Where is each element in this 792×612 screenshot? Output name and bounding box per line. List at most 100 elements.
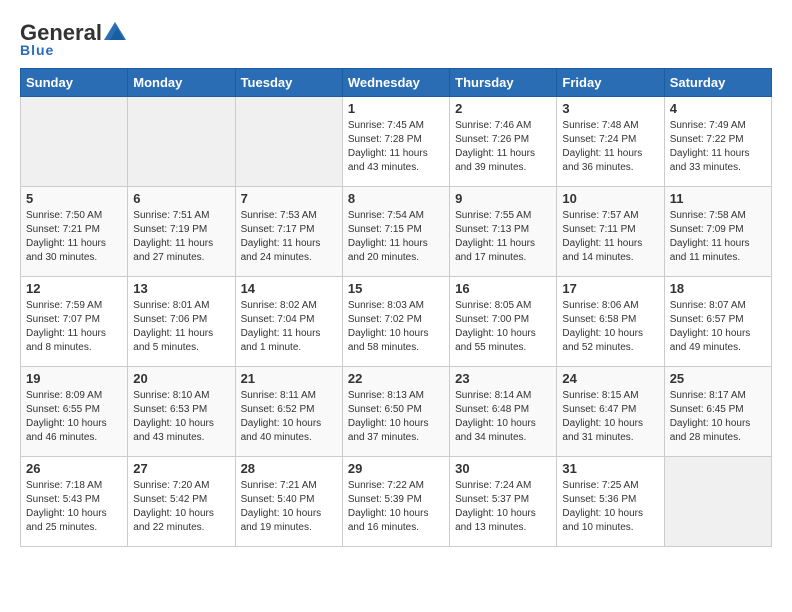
- day-number: 25: [670, 371, 766, 386]
- day-cell: 24 Sunrise: 8:15 AM Sunset: 6:47 PM Dayli…: [557, 367, 664, 457]
- col-wednesday: Wednesday: [342, 69, 449, 97]
- day-cell: 9 Sunrise: 7:55 AM Sunset: 7:13 PM Daylig…: [450, 187, 557, 277]
- day-cell: [235, 97, 342, 187]
- day-number: 29: [348, 461, 444, 476]
- day-number: 10: [562, 191, 658, 206]
- day-info: Sunrise: 8:14 AM Sunset: 6:48 PM Dayligh…: [455, 389, 551, 445]
- day-info: Sunrise: 8:02 AM Sunset: 7:04 PM Dayligh…: [241, 299, 337, 355]
- col-friday: Friday: [557, 69, 664, 97]
- day-number: 7: [241, 191, 337, 206]
- day-info: Sunrise: 7:55 AM Sunset: 7:13 PM Dayligh…: [455, 209, 551, 265]
- day-number: 3: [562, 101, 658, 116]
- page-header: General Blue: [20, 20, 772, 58]
- day-number: 22: [348, 371, 444, 386]
- week-row-4: 19 Sunrise: 8:09 AM Sunset: 6:55 PM Dayli…: [21, 367, 772, 457]
- day-number: 8: [348, 191, 444, 206]
- day-info: Sunrise: 7:24 AM Sunset: 5:37 PM Dayligh…: [455, 479, 551, 535]
- logo-blue: Blue: [20, 42, 54, 58]
- week-row-5: 26Sunrise: 7:18 AM Sunset: 5:43 PM Dayli…: [21, 457, 772, 547]
- day-cell: 3 Sunrise: 7:48 AM Sunset: 7:24 PM Daylig…: [557, 97, 664, 187]
- calendar-header: Sunday Monday Tuesday Wednesday Thursday…: [21, 69, 772, 97]
- day-info: Sunrise: 7:45 AM Sunset: 7:28 PM Dayligh…: [348, 119, 444, 175]
- header-row: Sunday Monday Tuesday Wednesday Thursday…: [21, 69, 772, 97]
- day-cell: 13Sunrise: 8:01 AM Sunset: 7:06 PM Dayli…: [128, 277, 235, 367]
- day-number: 17: [562, 281, 658, 296]
- day-number: 18: [670, 281, 766, 296]
- day-number: 11: [670, 191, 766, 206]
- day-cell: 6 Sunrise: 7:51 AM Sunset: 7:19 PM Daylig…: [128, 187, 235, 277]
- day-info: Sunrise: 8:17 AM Sunset: 6:45 PM Dayligh…: [670, 389, 766, 445]
- day-cell: 22 Sunrise: 8:13 AM Sunset: 6:50 PM Dayli…: [342, 367, 449, 457]
- logo: General Blue: [20, 20, 126, 58]
- day-number: 14: [241, 281, 337, 296]
- day-info: Sunrise: 8:11 AM Sunset: 6:52 PM Dayligh…: [241, 389, 337, 445]
- day-number: 6: [133, 191, 229, 206]
- day-info: Sunrise: 7:51 AM Sunset: 7:19 PM Dayligh…: [133, 209, 229, 265]
- day-cell: 16Sunrise: 8:05 AM Sunset: 7:00 PM Dayli…: [450, 277, 557, 367]
- day-number: 26: [26, 461, 122, 476]
- day-cell: [128, 97, 235, 187]
- day-info: Sunrise: 7:53 AM Sunset: 7:17 PM Dayligh…: [241, 209, 337, 265]
- day-number: 31: [562, 461, 658, 476]
- day-number: 13: [133, 281, 229, 296]
- day-number: 1: [348, 101, 444, 116]
- day-number: 12: [26, 281, 122, 296]
- day-info: Sunrise: 8:10 AM Sunset: 6:53 PM Dayligh…: [133, 389, 229, 445]
- day-number: 15: [348, 281, 444, 296]
- day-info: Sunrise: 7:59 AM Sunset: 7:07 PM Dayligh…: [26, 299, 122, 355]
- day-cell: 18 Sunrise: 8:07 AM Sunset: 6:57 PM Dayli…: [664, 277, 771, 367]
- day-info: Sunrise: 8:09 AM Sunset: 6:55 PM Dayligh…: [26, 389, 122, 445]
- day-info: Sunrise: 7:20 AM Sunset: 5:42 PM Dayligh…: [133, 479, 229, 535]
- day-number: 20: [133, 371, 229, 386]
- day-cell: 20 Sunrise: 8:10 AM Sunset: 6:53 PM Dayli…: [128, 367, 235, 457]
- day-number: 4: [670, 101, 766, 116]
- day-info: Sunrise: 7:49 AM Sunset: 7:22 PM Dayligh…: [670, 119, 766, 175]
- day-cell: 31 Sunrise: 7:25 AM Sunset: 5:36 PM Dayli…: [557, 457, 664, 547]
- col-saturday: Saturday: [664, 69, 771, 97]
- day-info: Sunrise: 8:15 AM Sunset: 6:47 PM Dayligh…: [562, 389, 658, 445]
- day-cell: 8Sunrise: 7:54 AM Sunset: 7:15 PM Daylig…: [342, 187, 449, 277]
- day-cell: 12 Sunrise: 7:59 AM Sunset: 7:07 PM Dayli…: [21, 277, 128, 367]
- day-cell: [21, 97, 128, 187]
- day-cell: 2Sunrise: 7:46 AM Sunset: 7:26 PM Daylig…: [450, 97, 557, 187]
- week-row-3: 12 Sunrise: 7:59 AM Sunset: 7:07 PM Dayli…: [21, 277, 772, 367]
- day-cell: 11 Sunrise: 7:58 AM Sunset: 7:09 PM Dayli…: [664, 187, 771, 277]
- day-info: Sunrise: 7:58 AM Sunset: 7:09 PM Dayligh…: [670, 209, 766, 265]
- day-cell: 23Sunrise: 8:14 AM Sunset: 6:48 PM Dayli…: [450, 367, 557, 457]
- day-info: Sunrise: 7:25 AM Sunset: 5:36 PM Dayligh…: [562, 479, 658, 535]
- col-tuesday: Tuesday: [235, 69, 342, 97]
- day-cell: 26Sunrise: 7:18 AM Sunset: 5:43 PM Dayli…: [21, 457, 128, 547]
- col-monday: Monday: [128, 69, 235, 97]
- day-info: Sunrise: 8:05 AM Sunset: 7:00 PM Dayligh…: [455, 299, 551, 355]
- day-cell: 29 Sunrise: 7:22 AM Sunset: 5:39 PM Dayli…: [342, 457, 449, 547]
- day-number: 24: [562, 371, 658, 386]
- day-cell: 30 Sunrise: 7:24 AM Sunset: 5:37 PM Dayli…: [450, 457, 557, 547]
- day-cell: 4 Sunrise: 7:49 AM Sunset: 7:22 PM Daylig…: [664, 97, 771, 187]
- day-cell: 17 Sunrise: 8:06 AM Sunset: 6:58 PM Dayli…: [557, 277, 664, 367]
- day-info: Sunrise: 7:48 AM Sunset: 7:24 PM Dayligh…: [562, 119, 658, 175]
- day-number: 27: [133, 461, 229, 476]
- day-cell: 14 Sunrise: 8:02 AM Sunset: 7:04 PM Dayli…: [235, 277, 342, 367]
- day-info: Sunrise: 8:06 AM Sunset: 6:58 PM Dayligh…: [562, 299, 658, 355]
- calendar-table: Sunday Monday Tuesday Wednesday Thursday…: [20, 68, 772, 547]
- day-info: Sunrise: 7:57 AM Sunset: 7:11 PM Dayligh…: [562, 209, 658, 265]
- week-row-1: 1 Sunrise: 7:45 AM Sunset: 7:28 PM Daylig…: [21, 97, 772, 187]
- day-cell: 7 Sunrise: 7:53 AM Sunset: 7:17 PM Daylig…: [235, 187, 342, 277]
- day-info: Sunrise: 8:03 AM Sunset: 7:02 PM Dayligh…: [348, 299, 444, 355]
- day-cell: 15 Sunrise: 8:03 AM Sunset: 7:02 PM Dayli…: [342, 277, 449, 367]
- day-number: 30: [455, 461, 551, 476]
- day-number: 9: [455, 191, 551, 206]
- day-info: Sunrise: 8:07 AM Sunset: 6:57 PM Dayligh…: [670, 299, 766, 355]
- day-info: Sunrise: 8:13 AM Sunset: 6:50 PM Dayligh…: [348, 389, 444, 445]
- day-cell: 27 Sunrise: 7:20 AM Sunset: 5:42 PM Dayli…: [128, 457, 235, 547]
- day-cell: 10 Sunrise: 7:57 AM Sunset: 7:11 PM Dayli…: [557, 187, 664, 277]
- week-row-2: 5Sunrise: 7:50 AM Sunset: 7:21 PM Daylig…: [21, 187, 772, 277]
- col-sunday: Sunday: [21, 69, 128, 97]
- day-info: Sunrise: 7:22 AM Sunset: 5:39 PM Dayligh…: [348, 479, 444, 535]
- day-number: 19: [26, 371, 122, 386]
- day-cell: 25 Sunrise: 8:17 AM Sunset: 6:45 PM Dayli…: [664, 367, 771, 457]
- day-info: Sunrise: 7:21 AM Sunset: 5:40 PM Dayligh…: [241, 479, 337, 535]
- day-cell: 28Sunrise: 7:21 AM Sunset: 5:40 PM Dayli…: [235, 457, 342, 547]
- day-number: 2: [455, 101, 551, 116]
- day-number: 5: [26, 191, 122, 206]
